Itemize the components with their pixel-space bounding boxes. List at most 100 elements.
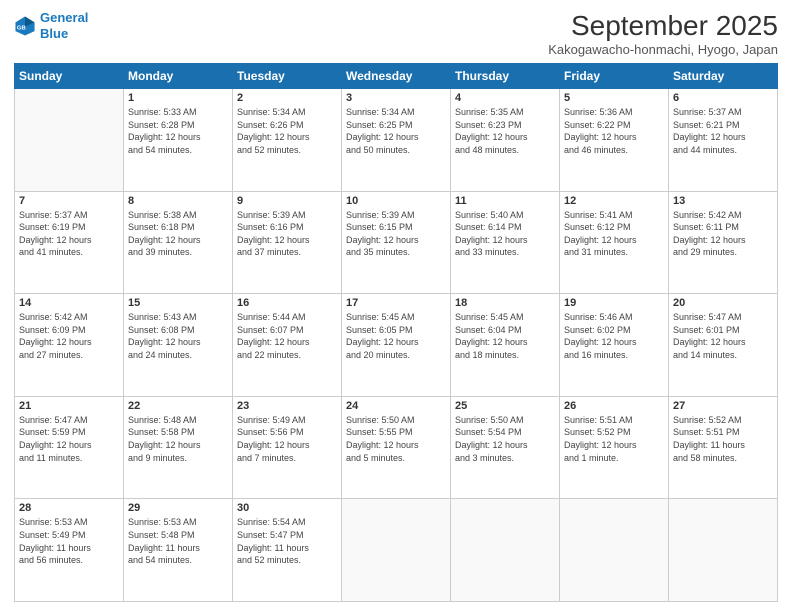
cell-info: Sunrise: 5:50 AM Sunset: 5:55 PM Dayligh… <box>346 414 446 464</box>
cell-info: Sunrise: 5:39 AM Sunset: 6:16 PM Dayligh… <box>237 209 337 259</box>
calendar-cell: 8 Sunrise: 5:38 AM Sunset: 6:18 PM Daylig… <box>124 191 233 294</box>
calendar-cell: 26 Sunrise: 5:51 AM Sunset: 5:52 PM Dayli… <box>560 396 669 499</box>
calendar-cell: 11 Sunrise: 5:40 AM Sunset: 6:14 PM Dayli… <box>451 191 560 294</box>
cell-info: Sunrise: 5:38 AM Sunset: 6:18 PM Dayligh… <box>128 209 228 259</box>
calendar-cell: 4 Sunrise: 5:35 AM Sunset: 6:23 PM Daylig… <box>451 89 560 192</box>
cell-info: Sunrise: 5:37 AM Sunset: 6:21 PM Dayligh… <box>673 106 773 156</box>
cell-info: Sunrise: 5:41 AM Sunset: 6:12 PM Dayligh… <box>564 209 664 259</box>
calendar-cell: 9Sunrise: 5:39 AM Sunset: 6:16 PM Daylig… <box>233 191 342 294</box>
day-number: 15 <box>128 297 228 309</box>
calendar-cell <box>15 89 124 192</box>
day-number: 16 <box>237 297 337 309</box>
calendar-cell: 22 Sunrise: 5:48 AM Sunset: 5:58 PM Dayli… <box>124 396 233 499</box>
day-number: 12 <box>564 195 664 207</box>
day-number: 1 <box>128 92 228 104</box>
day-number: 5 <box>564 92 664 104</box>
calendar-cell: 2 Sunrise: 5:34 AM Sunset: 6:26 PM Daylig… <box>233 89 342 192</box>
calendar-cell: 1 Sunrise: 5:33 AM Sunset: 6:28 PM Daylig… <box>124 89 233 192</box>
day-number: 19 <box>564 297 664 309</box>
calendar-cell: 19 Sunrise: 5:46 AM Sunset: 6:02 PM Dayli… <box>560 294 669 397</box>
day-number: 20 <box>673 297 773 309</box>
header: GB General Blue September 2025 Kakogawac… <box>14 10 778 57</box>
cell-info: Sunrise: 5:40 AM Sunset: 6:14 PM Dayligh… <box>455 209 555 259</box>
day-number: 7 <box>19 195 119 207</box>
cell-info: Sunrise: 5:39 AM Sunset: 6:15 PM Dayligh… <box>346 209 446 259</box>
calendar-cell: 6 Sunrise: 5:37 AM Sunset: 6:21 PM Daylig… <box>669 89 778 192</box>
cell-info: Sunrise: 5:42 AM Sunset: 6:11 PM Dayligh… <box>673 209 773 259</box>
day-number: 22 <box>128 400 228 412</box>
cell-info: Sunrise: 5:47 AM Sunset: 6:01 PM Dayligh… <box>673 311 773 361</box>
day-number: 4 <box>455 92 555 104</box>
calendar-cell: 12 Sunrise: 5:41 AM Sunset: 6:12 PM Dayli… <box>560 191 669 294</box>
cell-info: Sunrise: 5:45 AM Sunset: 6:04 PM Dayligh… <box>455 311 555 361</box>
cell-info: Sunrise: 5:48 AM Sunset: 5:58 PM Dayligh… <box>128 414 228 464</box>
cell-info: Sunrise: 5:52 AM Sunset: 5:51 PM Dayligh… <box>673 414 773 464</box>
location: Kakogawacho-honmachi, Hyogo, Japan <box>548 42 778 57</box>
calendar-cell: 21Sunrise: 5:47 AM Sunset: 5:59 PM Dayli… <box>15 396 124 499</box>
logo-text: General Blue <box>40 10 88 41</box>
day-number: 2 <box>237 92 337 104</box>
calendar-header-row: SundayMondayTuesdayWednesdayThursdayFrid… <box>15 64 778 89</box>
calendar-week-row: 1 Sunrise: 5:33 AM Sunset: 6:28 PM Daylig… <box>15 89 778 192</box>
day-number: 18 <box>455 297 555 309</box>
cell-info: Sunrise: 5:46 AM Sunset: 6:02 PM Dayligh… <box>564 311 664 361</box>
calendar-cell: 15 Sunrise: 5:43 AM Sunset: 6:08 PM Dayli… <box>124 294 233 397</box>
day-number: 3 <box>346 92 446 104</box>
calendar-cell: 13 Sunrise: 5:42 AM Sunset: 6:11 PM Dayli… <box>669 191 778 294</box>
cell-info: Sunrise: 5:53 AM Sunset: 5:48 PM Dayligh… <box>128 516 228 566</box>
logo-icon: GB <box>14 15 36 37</box>
cell-info: Sunrise: 5:43 AM Sunset: 6:08 PM Dayligh… <box>128 311 228 361</box>
calendar-cell: 18 Sunrise: 5:45 AM Sunset: 6:04 PM Dayli… <box>451 294 560 397</box>
calendar-week-row: 7 Sunrise: 5:37 AM Sunset: 6:19 PM Daylig… <box>15 191 778 294</box>
day-number: 24 <box>346 400 446 412</box>
day-number: 11 <box>455 195 555 207</box>
calendar-cell: 24 Sunrise: 5:50 AM Sunset: 5:55 PM Dayli… <box>342 396 451 499</box>
day-header: Thursday <box>451 64 560 89</box>
day-number: 23 <box>237 400 337 412</box>
logo-line2: Blue <box>40 26 68 41</box>
page: GB General Blue September 2025 Kakogawac… <box>0 0 792 612</box>
cell-info: Sunrise: 5:54 AM Sunset: 5:47 PM Dayligh… <box>237 516 337 566</box>
day-number: 30 <box>237 502 337 514</box>
calendar-cell <box>560 499 669 602</box>
cell-info: Sunrise: 5:51 AM Sunset: 5:52 PM Dayligh… <box>564 414 664 464</box>
title-block: September 2025 Kakogawacho-honmachi, Hyo… <box>548 10 778 57</box>
logo-line1: General <box>40 10 88 25</box>
cell-info: Sunrise: 5:44 AM Sunset: 6:07 PM Dayligh… <box>237 311 337 361</box>
month-title: September 2025 <box>548 10 778 42</box>
calendar-week-row: 28 Sunrise: 5:53 AM Sunset: 5:49 PM Dayli… <box>15 499 778 602</box>
cell-info: Sunrise: 5:50 AM Sunset: 5:54 PM Dayligh… <box>455 414 555 464</box>
cell-info: Sunrise: 5:34 AM Sunset: 6:26 PM Dayligh… <box>237 106 337 156</box>
day-number: 6 <box>673 92 773 104</box>
day-number: 28 <box>19 502 119 514</box>
cell-info: Sunrise: 5:47 AM Sunset: 5:59 PM Dayligh… <box>19 414 119 464</box>
calendar-cell: 3 Sunrise: 5:34 AM Sunset: 6:25 PM Daylig… <box>342 89 451 192</box>
calendar-cell: 16 Sunrise: 5:44 AM Sunset: 6:07 PM Dayli… <box>233 294 342 397</box>
day-number: 25 <box>455 400 555 412</box>
cell-info: Sunrise: 5:35 AM Sunset: 6:23 PM Dayligh… <box>455 106 555 156</box>
calendar-cell: 30 Sunrise: 5:54 AM Sunset: 5:47 PM Dayli… <box>233 499 342 602</box>
cell-info: Sunrise: 5:36 AM Sunset: 6:22 PM Dayligh… <box>564 106 664 156</box>
day-number: 8 <box>128 195 228 207</box>
calendar-cell: 29Sunrise: 5:53 AM Sunset: 5:48 PM Dayli… <box>124 499 233 602</box>
day-header: Saturday <box>669 64 778 89</box>
calendar-cell: 25 Sunrise: 5:50 AM Sunset: 5:54 PM Dayli… <box>451 396 560 499</box>
calendar-cell: 17Sunrise: 5:45 AM Sunset: 6:05 PM Dayli… <box>342 294 451 397</box>
logo: GB General Blue <box>14 10 88 41</box>
day-header: Monday <box>124 64 233 89</box>
svg-text:GB: GB <box>17 25 26 31</box>
day-number: 26 <box>564 400 664 412</box>
cell-info: Sunrise: 5:53 AM Sunset: 5:49 PM Dayligh… <box>19 516 119 566</box>
day-number: 14 <box>19 297 119 309</box>
cell-info: Sunrise: 5:49 AM Sunset: 5:56 PM Dayligh… <box>237 414 337 464</box>
cell-info: Sunrise: 5:42 AM Sunset: 6:09 PM Dayligh… <box>19 311 119 361</box>
cell-info: Sunrise: 5:34 AM Sunset: 6:25 PM Dayligh… <box>346 106 446 156</box>
calendar-cell <box>451 499 560 602</box>
calendar-cell <box>342 499 451 602</box>
calendar-cell: 7 Sunrise: 5:37 AM Sunset: 6:19 PM Daylig… <box>15 191 124 294</box>
cell-info: Sunrise: 5:37 AM Sunset: 6:19 PM Dayligh… <box>19 209 119 259</box>
day-number: 13 <box>673 195 773 207</box>
cell-info: Sunrise: 5:33 AM Sunset: 6:28 PM Dayligh… <box>128 106 228 156</box>
calendar-week-row: 21Sunrise: 5:47 AM Sunset: 5:59 PM Dayli… <box>15 396 778 499</box>
calendar-cell: 23 Sunrise: 5:49 AM Sunset: 5:56 PM Dayli… <box>233 396 342 499</box>
